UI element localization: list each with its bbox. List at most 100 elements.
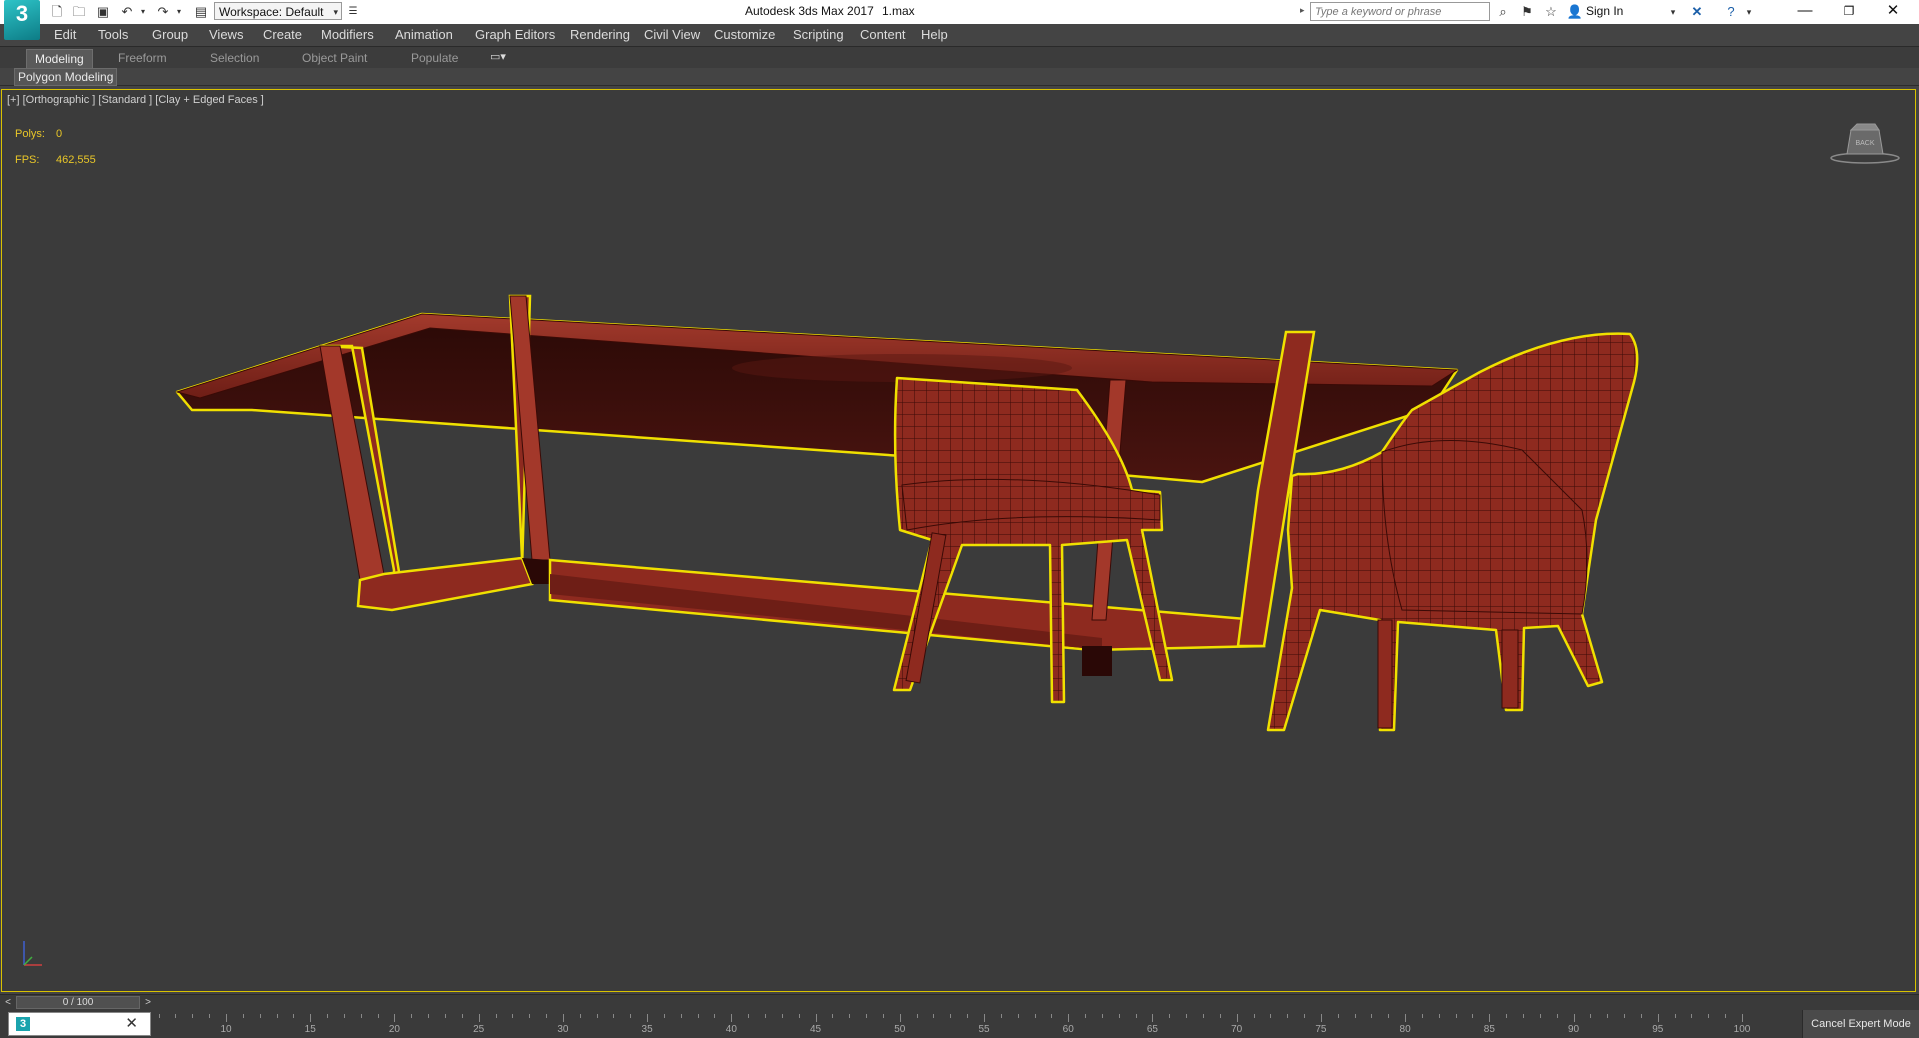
save-file-icon[interactable]: ▣ — [94, 3, 112, 21]
ruler-tick — [1337, 1014, 1339, 1018]
project-folder-icon[interactable]: ▤ — [192, 3, 210, 21]
ruler-tick — [748, 1014, 750, 1018]
time-slider-thumb[interactable]: 0 / 100 — [16, 996, 140, 1009]
perspective-viewport[interactable]: [+] [Orthographic ] [Standard ] [Clay + … — [1, 89, 1916, 992]
timeline-ruler[interactable]: 10 15 20 25 30 35 40 45 50 55 60 65 70 75 80 85 90 95 100 — [152, 1010, 1772, 1038]
ruler-tick — [1556, 1014, 1558, 1018]
search-expand-icon[interactable]: ▸ — [1300, 5, 1305, 16]
ruler-tick — [781, 1014, 783, 1018]
close-icon[interactable]: ✕ — [125, 1014, 138, 1032]
ribbon-options-icon[interactable]: ▭▾ — [490, 50, 506, 63]
ruler-tick — [1287, 1014, 1289, 1018]
menu-scripting[interactable]: Scripting — [793, 27, 844, 42]
ruler-tick — [1742, 1014, 1743, 1022]
ruler-tick — [343, 1014, 345, 1018]
ruler-tick — [815, 1014, 817, 1022]
ruler-tick — [1118, 1014, 1120, 1018]
ruler-tick — [242, 1014, 244, 1018]
maxscript-listener-icon[interactable]: 3 — [16, 1017, 30, 1031]
ruler-tick — [714, 1014, 716, 1018]
menu-edit[interactable]: Edit — [54, 27, 76, 42]
workspace-dropdown[interactable]: Workspace: Default ▾ — [214, 2, 342, 20]
customize-toolbar-icon[interactable]: ☰ — [344, 3, 362, 21]
menu-views[interactable]: Views — [209, 27, 243, 42]
menu-group[interactable]: Group — [152, 27, 188, 42]
minimize-button[interactable]: — — [1783, 0, 1827, 24]
binoculars-icon[interactable]: ⌕ — [1494, 3, 1512, 21]
exchange-apps-icon[interactable]: ✕ — [1688, 3, 1706, 21]
ruler-tick — [293, 1014, 295, 1018]
menu-graph-editors[interactable]: Graph Editors — [475, 27, 555, 42]
menu-content[interactable]: Content — [860, 27, 906, 42]
time-slider[interactable]: < 0 / 100 > — [0, 994, 1919, 1010]
open-file-icon[interactable]: 🗀 — [70, 3, 88, 21]
ruler-tick — [832, 1014, 834, 1018]
menu-animation[interactable]: Animation — [395, 27, 453, 42]
menu-civil-view[interactable]: Civil View — [644, 27, 700, 42]
ruler-tick — [175, 1014, 177, 1018]
ruler-tick-label: 85 — [1483, 1024, 1495, 1035]
viewcube-face-label: BACK — [1855, 140, 1874, 147]
menu-customize[interactable]: Customize — [714, 27, 775, 42]
ruler-tick — [1489, 1014, 1491, 1022]
sign-in-dropdown-icon[interactable]: ▾ — [1664, 3, 1682, 21]
title-bar: 3 🗋 🗀 ▣ ↶ ▾ ↷ ▾ ▤ Workspace: Default ▾ ☰… — [0, 0, 1919, 40]
menu-help[interactable]: Help — [921, 27, 948, 42]
ruler-tick — [849, 1014, 851, 1018]
menu-tools[interactable]: Tools — [98, 27, 128, 42]
redo-dropdown-icon[interactable]: ▾ — [170, 3, 188, 21]
ruler-tick — [1000, 1014, 1002, 1018]
communication-center-icon[interactable]: ⚑ — [1518, 3, 1536, 21]
ruler-tick-label: 70 — [1231, 1024, 1243, 1035]
ruler-tick-label: 50 — [894, 1024, 906, 1035]
polygon-modeling-panel[interactable]: Polygon Modeling — [14, 68, 118, 86]
ruler-tick-label: 100 — [1733, 1024, 1751, 1035]
ruler-tick — [1708, 1014, 1710, 1018]
viewcube-icon[interactable]: BACK — [1829, 120, 1901, 166]
ruler-tick-label: 35 — [641, 1024, 653, 1035]
cancel-expert-mode-button[interactable]: Cancel Expert Mode — [1802, 1010, 1919, 1038]
ruler-tick-label: 40 — [725, 1024, 737, 1035]
ruler-tick — [259, 1014, 261, 1018]
menu-bar: Edit Tools Group Views Create Modifiers … — [0, 24, 1919, 46]
table-model — [175, 294, 1459, 676]
menu-create[interactable]: Create — [263, 27, 302, 42]
ruler-tick — [1523, 1014, 1525, 1018]
viewport-label-menu[interactable]: [+] [Orthographic ] [Standard ] [Clay + … — [7, 94, 264, 106]
ruler-tick — [1051, 1014, 1053, 1018]
fps-label: FPS: — [15, 154, 40, 166]
tab-object-paint[interactable]: Object Paint — [294, 49, 375, 67]
help-icon[interactable]: ? — [1722, 3, 1740, 21]
sign-in-link[interactable]: Sign In — [1586, 4, 1623, 18]
ruler-tick — [562, 1014, 564, 1022]
menu-modifiers[interactable]: Modifiers — [321, 27, 374, 42]
ruler-tick — [1607, 1014, 1609, 1018]
tab-selection[interactable]: Selection — [202, 49, 267, 67]
ruler-tick — [1725, 1014, 1727, 1018]
tab-modeling[interactable]: Modeling — [26, 49, 93, 69]
ruler-tick — [310, 1014, 312, 1022]
menu-rendering[interactable]: Rendering — [570, 27, 630, 42]
help-dropdown-icon[interactable]: ▾ — [1740, 3, 1758, 21]
ruler-tick-label: 80 — [1399, 1024, 1411, 1035]
ruler-tick — [1169, 1014, 1171, 1018]
close-button[interactable]: ✕ — [1871, 0, 1915, 24]
next-frame-icon[interactable]: > — [142, 995, 154, 1010]
ruler-tick — [327, 1014, 329, 1018]
app-logo-button[interactable]: 3 — [4, 0, 40, 40]
search-input[interactable]: Type a keyword or phrase — [1310, 2, 1490, 21]
ruler-tick — [1202, 1014, 1204, 1018]
ruler-tick-label: 25 — [473, 1024, 485, 1035]
ruler-tick — [984, 1014, 985, 1022]
mini-listener-panel[interactable]: 3 ✕ — [8, 1012, 151, 1036]
ruler-tick — [1472, 1014, 1474, 1018]
favorites-star-icon[interactable]: ☆ — [1542, 3, 1560, 21]
ruler-tick-label: 45 — [809, 1024, 822, 1035]
undo-dropdown-icon[interactable]: ▾ — [134, 3, 152, 21]
new-file-icon[interactable]: 🗋 — [48, 3, 66, 21]
restore-button[interactable]: ❐ — [1827, 0, 1871, 24]
previous-frame-icon[interactable]: < — [2, 995, 14, 1010]
ruler-tick — [158, 1014, 160, 1018]
tab-populate[interactable]: Populate — [403, 49, 466, 67]
tab-freeform[interactable]: Freeform — [110, 49, 175, 67]
